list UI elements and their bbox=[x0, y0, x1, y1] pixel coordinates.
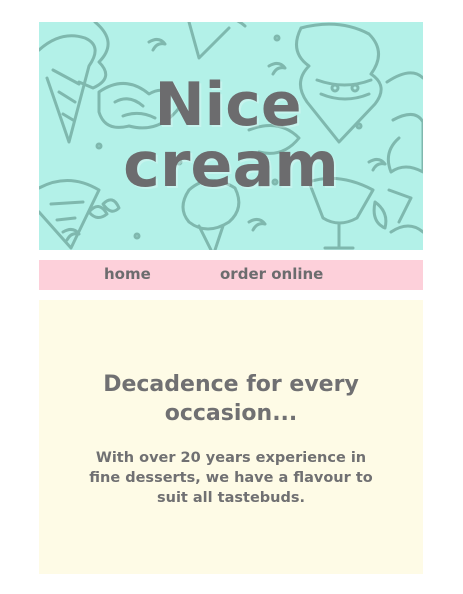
intro-headline: Decadence for every occasion... bbox=[103, 372, 359, 426]
brand-line-1: Nice bbox=[154, 70, 302, 141]
nav-home-link[interactable]: home bbox=[104, 265, 151, 283]
intro-body: With over 20 years experience in fine de… bbox=[89, 450, 373, 506]
brand-line-2: cream bbox=[123, 128, 339, 202]
intro-section: Decadence for every occasion... With ove… bbox=[39, 300, 423, 574]
main-nav: home order online bbox=[39, 260, 423, 290]
nav-order-online-link[interactable]: order online bbox=[220, 265, 323, 283]
brand-logo: Nice cream bbox=[39, 22, 423, 250]
hero-banner: Nice cream bbox=[39, 22, 423, 250]
